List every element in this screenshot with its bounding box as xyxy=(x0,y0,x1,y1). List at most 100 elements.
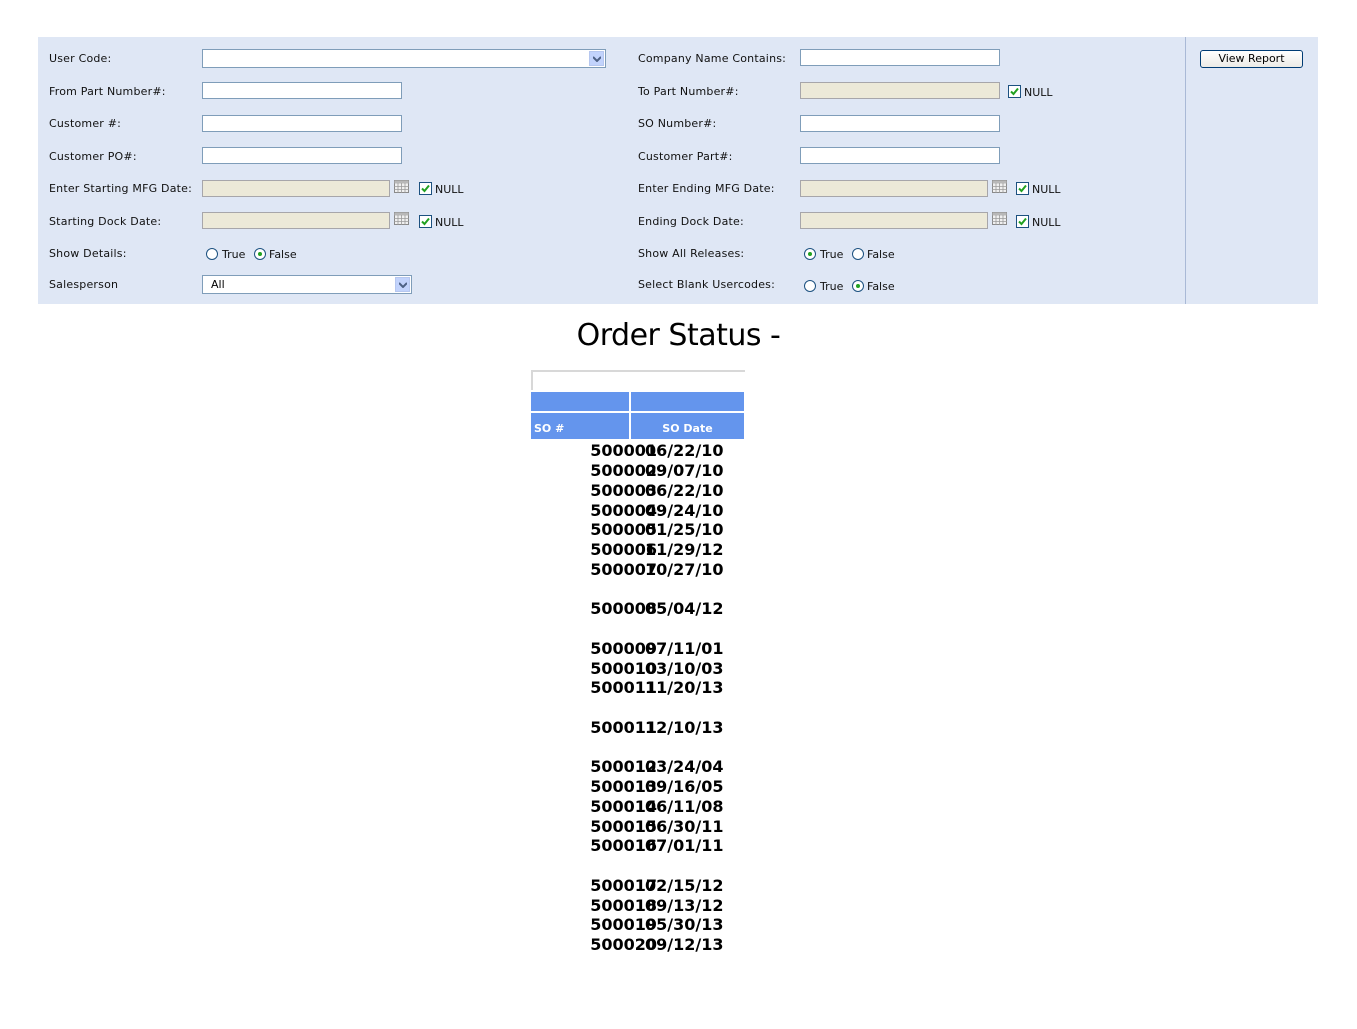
so-date-cell: 09/12/13 xyxy=(645,935,724,954)
so-date-cell: 05/30/13 xyxy=(645,915,724,934)
show-details-false-label: False xyxy=(269,248,297,261)
company-name-input[interactable] xyxy=(800,49,1000,66)
calendar-icon[interactable] xyxy=(394,180,409,193)
calendar-icon[interactable] xyxy=(992,180,1007,193)
so-date-cell: 05/04/12 xyxy=(645,599,724,618)
company-name-label: Company Name Contains: xyxy=(638,52,787,65)
show-details-true-label: True xyxy=(222,248,246,261)
start-mfg-label: Enter Starting MFG Date: xyxy=(49,182,193,195)
start-dock-null-checkbox[interactable] xyxy=(419,215,432,228)
start-mfg-null-label: NULL xyxy=(435,183,464,196)
so-number-label: SO Number#: xyxy=(638,117,717,130)
so-date-cell: 06/11/08 xyxy=(645,797,724,816)
blank-usercodes-false-radio[interactable] xyxy=(852,280,864,292)
column-header-date-label: SO Date xyxy=(662,422,713,435)
column-header-date: SO Date xyxy=(631,413,744,439)
so-date-cell: 11/29/12 xyxy=(645,540,724,559)
table-row: 500004 09/24/10 xyxy=(530,501,760,521)
so-date-cell: 09/16/05 xyxy=(645,777,724,796)
table-row: 500011 12/10/13 xyxy=(530,718,760,738)
end-dock-null-checkbox[interactable] xyxy=(1016,215,1029,228)
table-row: 500011 11/20/13 xyxy=(530,678,760,698)
table-row: 500009 07/11/01 xyxy=(530,639,760,659)
table-row: 500006 11/29/12 xyxy=(530,540,760,560)
show-details-true-radio[interactable] xyxy=(206,248,218,260)
column-header-so: SO # xyxy=(531,413,629,439)
table-header-cell xyxy=(531,392,629,411)
start-mfg-null-checkbox[interactable] xyxy=(419,182,432,195)
report-parameters-panel xyxy=(38,37,1318,304)
to-part-null-label: NULL xyxy=(1024,86,1053,99)
customer-po-input[interactable] xyxy=(202,147,402,164)
salesperson-label: Salesperson xyxy=(49,278,119,291)
blank-usercodes-true-radio[interactable] xyxy=(804,280,816,292)
show-all-releases-true-radio[interactable] xyxy=(804,248,816,260)
so-number-input[interactable] xyxy=(800,115,1000,132)
end-mfg-null-label: NULL xyxy=(1032,183,1061,196)
table-row: 500015 06/30/11 xyxy=(530,817,760,837)
show-details-false-radio[interactable] xyxy=(254,248,266,260)
start-mfg-input[interactable] xyxy=(202,180,390,197)
table-row: 500005 01/25/10 xyxy=(530,520,760,540)
start-dock-null-label: NULL xyxy=(435,216,464,229)
so-date-cell: 03/24/04 xyxy=(645,757,724,776)
report-table-frame xyxy=(531,370,745,390)
customer-num-input[interactable] xyxy=(202,115,402,132)
table-header-cell xyxy=(631,392,744,411)
view-report-button[interactable]: View Report xyxy=(1200,50,1303,68)
calendar-icon[interactable] xyxy=(394,212,409,225)
blank-usercodes-false-label: False xyxy=(867,280,895,293)
so-date-cell: 10/27/10 xyxy=(645,560,724,579)
customer-num-label: Customer #: xyxy=(49,117,122,130)
so-date-cell: 07/11/01 xyxy=(645,639,724,658)
to-part-input[interactable] xyxy=(800,82,1000,99)
end-dock-null-label: NULL xyxy=(1032,216,1061,229)
to-part-null-checkbox[interactable] xyxy=(1008,85,1021,98)
table-row: 500016 07/01/11 xyxy=(530,836,760,856)
so-date-cell: 01/25/10 xyxy=(645,520,724,539)
so-date-cell: 06/22/10 xyxy=(645,481,724,500)
table-row: 500014 06/11/08 xyxy=(530,797,760,817)
end-mfg-input[interactable] xyxy=(800,180,988,197)
end-mfg-label: Enter Ending MFG Date: xyxy=(638,182,775,195)
start-dock-label: Starting Dock Date: xyxy=(49,215,162,228)
show-all-releases-false-label: False xyxy=(867,248,895,261)
table-row: 500001 06/22/10 xyxy=(530,441,760,461)
chevron-down-icon[interactable] xyxy=(589,51,604,66)
so-date-cell: 09/07/10 xyxy=(645,461,724,480)
to-part-label: To Part Number#: xyxy=(638,85,739,98)
show-all-releases-label: Show All Releases: xyxy=(638,247,745,260)
user-code-select[interactable] xyxy=(202,49,606,68)
customer-part-input[interactable] xyxy=(800,147,1000,164)
table-row: 500020 09/12/13 xyxy=(530,935,760,955)
table-row: 500018 09/13/12 xyxy=(530,896,760,916)
panel-divider xyxy=(1185,37,1186,304)
so-date-cell: 06/22/10 xyxy=(645,441,724,460)
so-date-cell: 11/20/13 xyxy=(645,678,724,697)
customer-po-label: Customer PO#: xyxy=(49,150,137,163)
so-date-cell: 06/30/11 xyxy=(645,817,724,836)
report-title: Order Status - xyxy=(576,318,781,353)
so-date-cell: 12/10/13 xyxy=(645,718,724,737)
so-date-cell: 02/15/12 xyxy=(645,876,724,895)
so-date-cell: 09/24/10 xyxy=(645,501,724,520)
blank-usercodes-true-label: True xyxy=(820,280,844,293)
end-dock-input[interactable] xyxy=(800,212,988,229)
chevron-down-icon[interactable] xyxy=(395,277,410,292)
blank-usercodes-label: Select Blank Usercodes: xyxy=(638,278,776,291)
table-row: 500003 06/22/10 xyxy=(530,481,760,501)
salesperson-select[interactable]: All xyxy=(202,275,412,294)
table-row: 500007 10/27/10 xyxy=(530,560,760,580)
table-row: 500008 05/04/12 xyxy=(530,599,760,619)
so-date-cell: 09/13/12 xyxy=(645,896,724,915)
customer-part-label: Customer Part#: xyxy=(638,150,733,163)
show-all-releases-true-label: True xyxy=(820,248,844,261)
end-mfg-null-checkbox[interactable] xyxy=(1016,182,1029,195)
show-all-releases-false-radio[interactable] xyxy=(852,248,864,260)
so-date-cell: 03/10/03 xyxy=(645,659,724,678)
start-dock-input[interactable] xyxy=(202,212,390,229)
user-code-label: User Code: xyxy=(49,52,112,65)
show-details-label: Show Details: xyxy=(49,247,127,260)
calendar-icon[interactable] xyxy=(992,212,1007,225)
from-part-input[interactable] xyxy=(202,82,402,99)
